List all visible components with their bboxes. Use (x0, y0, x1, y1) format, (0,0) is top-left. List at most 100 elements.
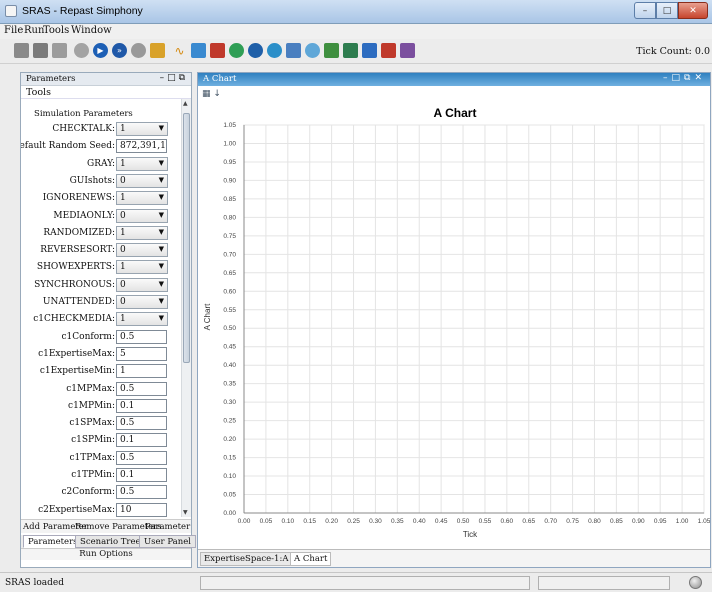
chevron-down-icon[interactable]: ▼ (159, 245, 164, 253)
param-select[interactable]: 1 ▼ (116, 156, 168, 171)
movie-icon[interactable] (286, 43, 301, 58)
panel-window-controls[interactable]: –□⧉ (160, 73, 188, 83)
parameter-sweep-button[interactable]: Parameter Swe (145, 522, 191, 532)
y-tick-label: 0.20 (223, 436, 236, 443)
init-icon[interactable] (74, 43, 89, 58)
menu-panel-tools[interactable]: Tools (26, 87, 51, 98)
progress-field (538, 576, 670, 590)
param-input[interactable]: 0.1 (116, 468, 167, 482)
param-input[interactable]: 0.1 (116, 398, 167, 413)
tick-count: Tick Count: 0.0 (636, 46, 710, 57)
paint-icon[interactable] (400, 43, 415, 58)
database-icon[interactable] (248, 43, 263, 58)
param-input[interactable]: 0.5 (116, 329, 167, 344)
chart-title: A Chart (434, 106, 477, 120)
param-input[interactable]: 872,391,170 (116, 139, 167, 154)
chart-wizard-icon[interactable]: ∿ (172, 43, 187, 58)
param-select[interactable]: 0 ▼ (116, 243, 168, 258)
x-tick-label: 0.90 (632, 518, 645, 525)
param-row: SHOWEXPERTS: 1 ▼ (21, 259, 181, 276)
param-select[interactable]: 0 ▼ (116, 277, 168, 292)
param-select[interactable]: 0 ▼ (116, 208, 168, 223)
spreadsheet-icon[interactable] (343, 43, 358, 58)
chevron-down-icon[interactable]: ▼ (159, 280, 164, 288)
param-input[interactable]: 0.5 (116, 450, 167, 465)
scroll-up-icon[interactable]: ▲ (183, 100, 188, 107)
param-select[interactable]: 1 ▼ (116, 312, 168, 327)
param-input[interactable]: 0.1 (116, 433, 167, 448)
y-tick-label: 0.25 (223, 418, 236, 425)
param-input[interactable]: 0.5 (116, 381, 167, 396)
y-tick-label: 1.00 (223, 140, 236, 147)
status-text: SRAS loaded (5, 578, 64, 588)
x-tick-label: 0.00 (238, 518, 251, 525)
parameters-scrollbar[interactable]: ▲ ▼ (181, 99, 191, 517)
network-icon[interactable] (210, 43, 225, 58)
menu-window[interactable]: Window (71, 25, 112, 36)
param-input[interactable]: 10 (116, 502, 167, 517)
chevron-down-icon[interactable]: ▼ (159, 314, 164, 322)
build-icon[interactable] (150, 43, 165, 58)
stop-icon[interactable] (131, 43, 146, 58)
param-input[interactable]: 0.5 (116, 485, 167, 500)
chevron-down-icon[interactable]: ▼ (159, 211, 164, 219)
histogram-icon[interactable] (191, 43, 206, 58)
menu-file[interactable]: File (4, 25, 23, 36)
chart-window-controls[interactable]: –□⧉✕ (663, 73, 706, 83)
param-select[interactable]: 1 ▼ (116, 225, 168, 240)
save-model-icon[interactable] (33, 43, 48, 58)
chevron-down-icon[interactable]: ▼ (159, 262, 164, 270)
tab-a-chart[interactable]: A Chart (290, 552, 332, 566)
menu-run[interactable]: Run (24, 25, 44, 36)
param-select[interactable]: 1 ▼ (116, 260, 168, 275)
menu-tools[interactable]: Tools (43, 25, 69, 36)
close-button[interactable]: ✕ (678, 2, 708, 19)
param-select-value: 1 (120, 124, 126, 134)
scroll-down-icon[interactable]: ▼ (183, 509, 188, 516)
param-label: c2ExpertiseMax: (38, 504, 115, 515)
tab-scenario-tree[interactable]: Scenario Tree (75, 535, 146, 548)
param-input[interactable]: 1 (116, 364, 167, 379)
param-row: c1ExpertiseMin: 1 (21, 363, 181, 380)
param-input[interactable]: 5 (116, 346, 167, 361)
chevron-down-icon[interactable]: ▼ (159, 228, 164, 236)
param-select[interactable]: 1 ▼ (116, 191, 168, 206)
chart-save-icon[interactable]: ↓ (213, 89, 221, 99)
panel-tabs: Parameters Scenario Tree User Panel (21, 535, 196, 548)
load-model-icon[interactable] (14, 43, 29, 58)
param-label: c1TPMin: (71, 470, 115, 480)
chevron-down-icon[interactable]: ▼ (159, 124, 164, 132)
chevron-down-icon[interactable]: ▼ (159, 297, 164, 305)
chart-properties-icon[interactable]: ▦ (202, 89, 211, 99)
world-icon[interactable] (267, 43, 282, 58)
param-label: UNATTENDED: (42, 297, 115, 307)
search-icon[interactable] (305, 43, 320, 58)
y-tick-label: 0.10 (223, 473, 236, 480)
reset-icon[interactable] (52, 43, 67, 58)
window-controls: – □ ✕ (634, 2, 708, 19)
gis-icon[interactable] (229, 43, 244, 58)
parameters-list: Simulation Parameters CHECKTALK: 1 ▼ Defaul… (21, 99, 181, 517)
param-label: c1MPMax: (66, 383, 115, 394)
chevron-down-icon[interactable]: ▼ (159, 193, 164, 201)
tab-parameters[interactable]: Parameters (23, 535, 83, 548)
chevron-down-icon[interactable]: ▼ (159, 176, 164, 184)
param-select[interactable]: 0 ▼ (116, 173, 168, 188)
table-icon[interactable] (362, 43, 377, 58)
chart-window: A Chart –□⧉✕ ▦ ↓ A Chart Tick A Chart 0.… (197, 72, 711, 568)
x-tick-label: 0.55 (479, 518, 492, 525)
tab-user-panel[interactable]: User Panel (139, 535, 196, 548)
scroll-thumb[interactable] (183, 113, 190, 363)
param-input[interactable]: 0.5 (116, 416, 167, 431)
step-icon[interactable]: » (112, 43, 127, 58)
y-tick-label: 0.15 (223, 455, 236, 462)
maximize-button[interactable]: □ (656, 2, 678, 19)
user-group-icon[interactable] (324, 43, 339, 58)
export-icon[interactable] (381, 43, 396, 58)
chevron-down-icon[interactable]: ▼ (159, 159, 164, 167)
param-select[interactable]: 1 ▼ (116, 122, 168, 136)
param-select[interactable]: 0 ▼ (116, 295, 168, 309)
minimize-button[interactable]: – (634, 2, 656, 19)
run-options[interactable]: Run Options (21, 548, 191, 560)
start-icon[interactable]: ▶ (93, 43, 108, 58)
